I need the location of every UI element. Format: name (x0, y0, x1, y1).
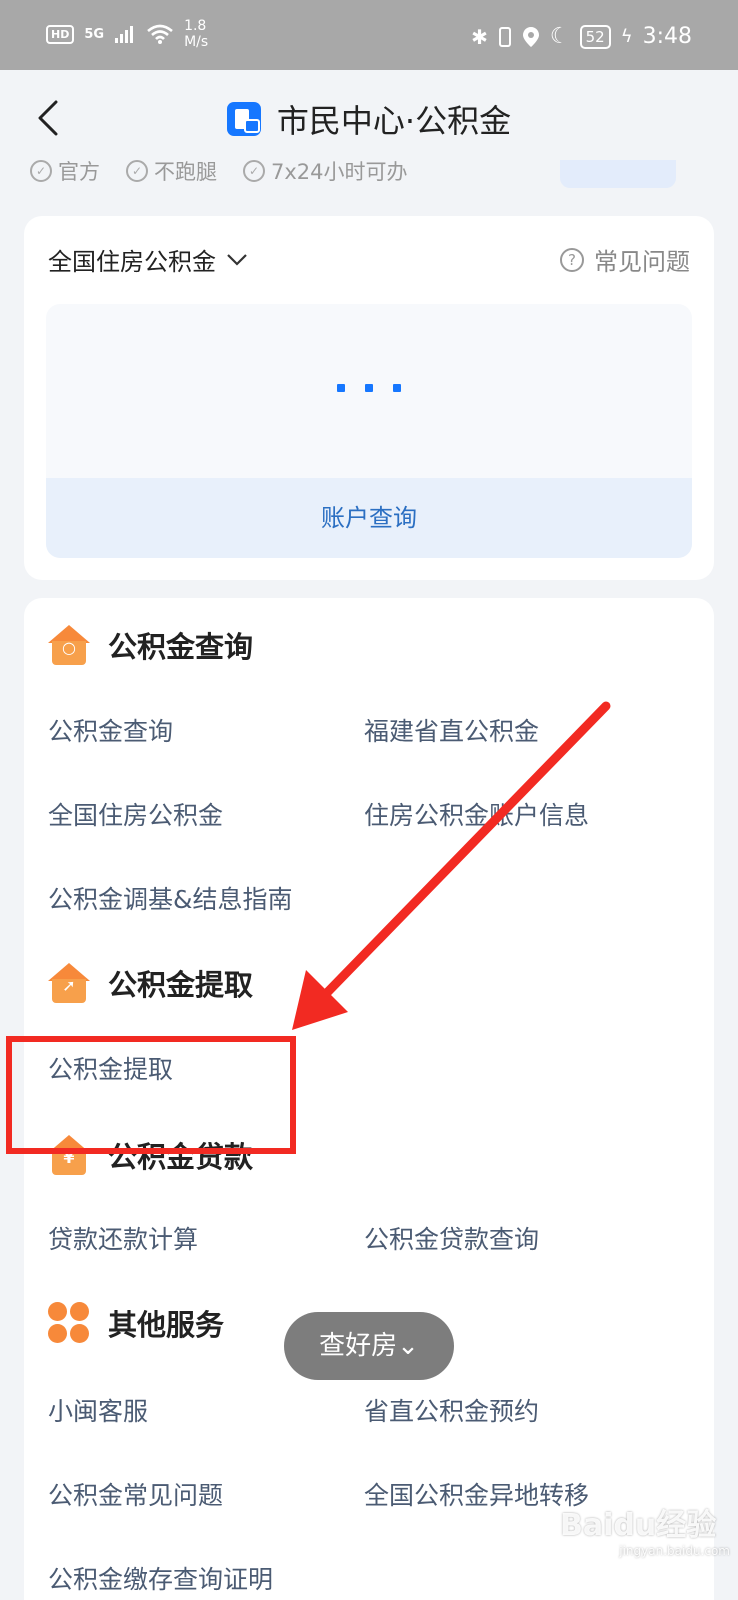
moon-icon: ☾ (549, 24, 570, 49)
tag-no-errands: ✓ 不跑腿 (126, 160, 217, 190)
watermark-subtext: jingyan.baidu.com (619, 1544, 730, 1558)
tag-24h: ✓ 7x24小时可办 (243, 160, 408, 190)
bluetooth-icon: ✱ (471, 24, 488, 49)
account-card: 全国住房公积金 ? 常见问题 账户查询 (24, 216, 714, 580)
service-item-repayment-calc[interactable]: 贷款还款计算 (48, 1220, 198, 1256)
service-item-rate-guide[interactable]: 公积金调基&结息指南 (48, 880, 293, 916)
loading-dot (337, 384, 345, 392)
service-item-appointment[interactable]: 省直公积金预约 (364, 1392, 539, 1428)
tag-official: ✓ 官方 (30, 160, 100, 190)
faq-link[interactable]: ? 常见问题 (560, 242, 690, 277)
service-item-transfer[interactable]: 全国公积金异地转移 (364, 1476, 589, 1512)
section-withdraw-header: ➚ 公积金提取 (48, 962, 253, 1004)
clock: 3:48 (642, 24, 692, 49)
check-circle-icon: ✓ (243, 160, 265, 182)
wifi-icon (147, 24, 173, 44)
account-query-button[interactable]: 账户查询 (46, 478, 692, 558)
charging-icon: ϟ (620, 26, 633, 47)
header-title-group: 市民中心·公积金 (0, 96, 738, 142)
service-item-fujian-fund[interactable]: 福建省直公积金 (364, 712, 539, 748)
net-speed-unit: M/s (184, 34, 209, 50)
section-title: 公积金提取 (108, 968, 254, 1002)
net-speed-value: 1.8 (184, 18, 207, 34)
loading-indicator (46, 384, 692, 392)
app-header: 市民中心·公积金 (0, 70, 738, 164)
baidu-watermark: Baidu经验 jingyan.baidu.com (560, 1500, 730, 1570)
feature-tags: ✓ 官方 ✓ 不跑腿 ✓ 7x24小时可办 (30, 160, 408, 190)
highlight-box (6, 1036, 296, 1154)
service-item-loan-query[interactable]: 公积金贷款查询 (364, 1220, 539, 1256)
signal-bars-icon (115, 26, 134, 43)
hidden-action-pill[interactable] (560, 160, 676, 188)
hd-badge: HD (46, 24, 75, 44)
network-speed: 1.8 M/s (184, 18, 208, 50)
fund-type-selector[interactable]: 全国住房公积金 (48, 242, 248, 277)
signal-5g-label: 5G (84, 26, 105, 42)
tag-label: 官方 (58, 160, 100, 184)
section-title: 其他服务 (108, 1308, 225, 1342)
check-circle-icon: ✓ (30, 160, 52, 182)
fund-type-label: 全国住房公积金 (48, 248, 216, 276)
vibrate-icon (498, 26, 511, 47)
status-bar: HD 5G 1.8 M/s ✱ ☾ 52 ϟ 3:48 (0, 0, 738, 70)
service-item-national-fund[interactable]: 全国住房公积金 (48, 796, 223, 832)
check-circle-icon: ✓ (126, 160, 148, 182)
battery-level: 52 (579, 24, 611, 49)
find-house-button[interactable]: 查好房⌄ (284, 1312, 454, 1380)
service-item-customer-service[interactable]: 小闽客服 (48, 1392, 148, 1428)
service-item-account-info[interactable]: 住房公积金账户信息 (364, 796, 589, 832)
location-icon (522, 26, 539, 47)
watermark-text: Baidu经验 (560, 1508, 717, 1543)
service-item-fund-query[interactable]: 公积金查询 (48, 712, 173, 748)
loading-dot (365, 384, 373, 392)
citizen-center-icon (226, 102, 261, 136)
section-other-header: 其他服务 (48, 1302, 224, 1344)
account-panel: 账户查询 (46, 304, 692, 558)
tag-label: 不跑腿 (154, 160, 217, 184)
service-item-faq[interactable]: 公积金常见问题 (48, 1476, 223, 1512)
section-query-header: ○ 公积金查询 (48, 624, 253, 666)
page-title: 市民中心·公积金 (276, 102, 512, 140)
house-search-icon: ○ (48, 625, 90, 665)
service-item-deposit-proof[interactable]: 公积金缴存查询证明 (48, 1560, 273, 1596)
chevron-down-icon (227, 253, 247, 266)
section-title: 公积金查询 (108, 630, 254, 664)
tag-label: 7x24小时可办 (271, 160, 408, 184)
grid-apps-icon (48, 1302, 90, 1344)
question-icon: ? (560, 247, 584, 272)
loading-dot (393, 384, 401, 392)
faq-label: 常见问题 (594, 248, 690, 276)
house-share-icon: ➚ (48, 963, 90, 1003)
